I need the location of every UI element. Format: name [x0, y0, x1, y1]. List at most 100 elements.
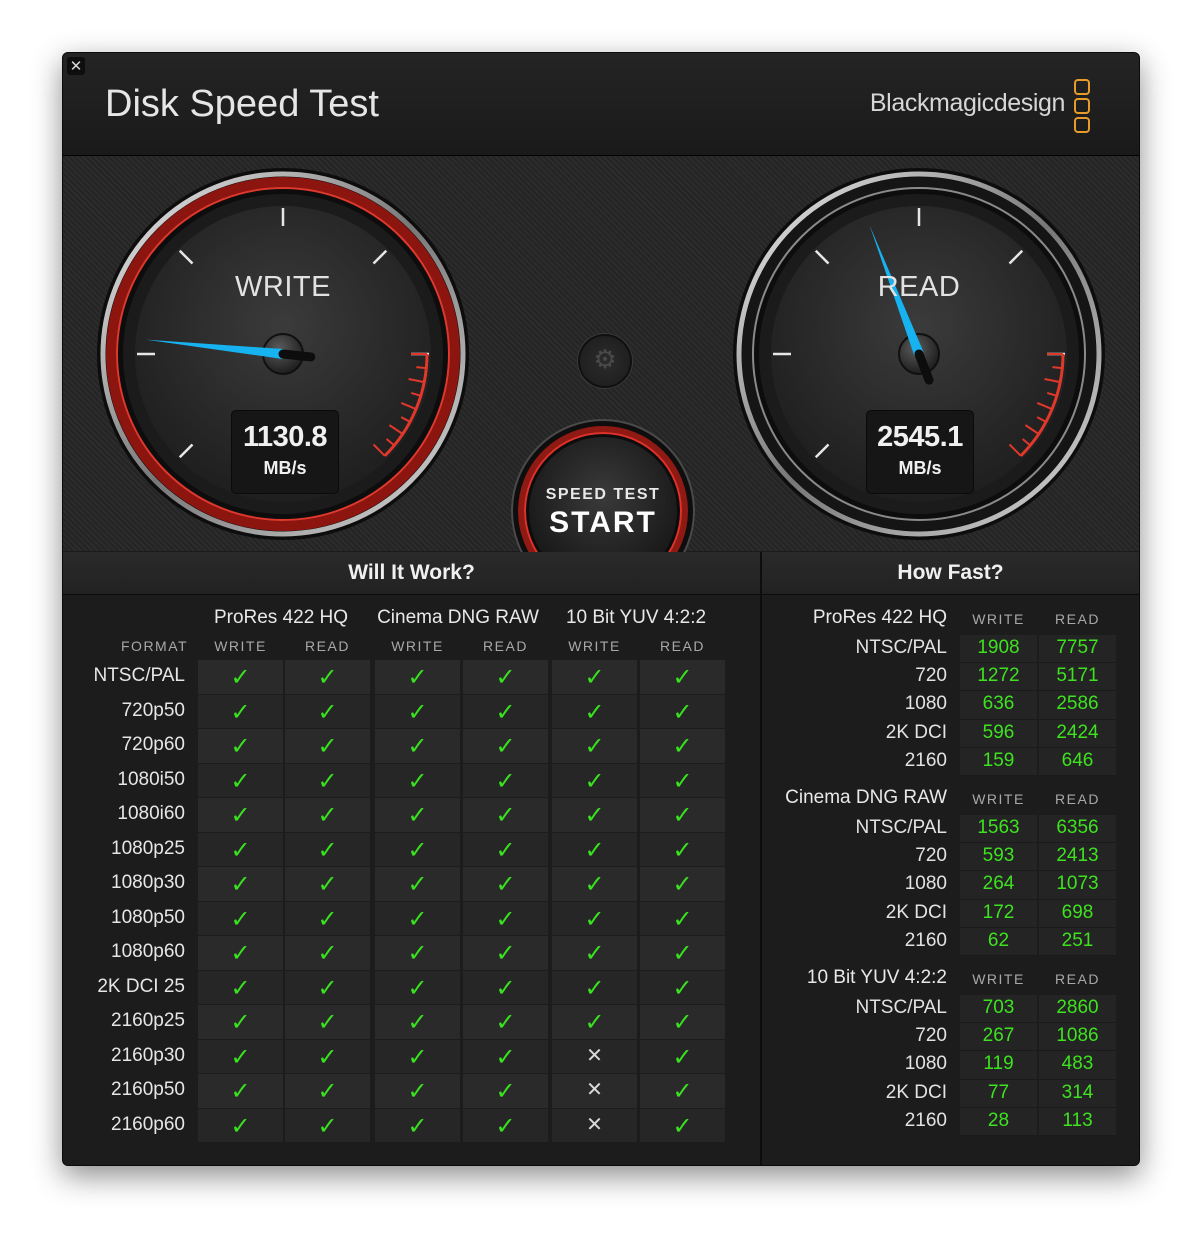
wiw-format-label: 720p60 [121, 734, 185, 755]
wiw-format-label: 1080p30 [111, 872, 185, 893]
checkmark-icon: ✓ [672, 697, 693, 726]
how-fast-title: How Fast? [762, 552, 1139, 595]
wiw-group-header: Cinema DNG RAW [377, 607, 539, 628]
hf-format-label: 720 [915, 845, 947, 867]
hf-read-value: 251 [1061, 929, 1094, 951]
wiw-format-label: 1080p60 [111, 941, 185, 962]
wiw-write-header: WRITE [214, 638, 267, 654]
checkmark-icon: ✓ [584, 697, 605, 726]
checkmark-icon: ✓ [230, 1077, 251, 1105]
checkmark-icon: ✓ [584, 732, 605, 760]
checkmark-icon: ✓ [672, 904, 693, 933]
hf-format-label: 1080 [904, 873, 947, 895]
checkmark-icon: ✓ [407, 870, 428, 898]
checkmark-icon: ✓ [672, 732, 693, 760]
wiw-format-label: 1080p50 [111, 906, 185, 928]
hf-write-value: 159 [982, 749, 1015, 771]
read-gauge-label: READ [877, 271, 961, 303]
wiw-format-label: 2K DCI 25 [97, 975, 185, 997]
checkmark-icon: ✓ [230, 697, 251, 726]
checkmark-icon: ✓ [672, 870, 693, 898]
gauge-red-tick [1052, 366, 1063, 370]
checkmark-icon: ✓ [495, 697, 516, 726]
hf-format-label: NTSC/PAL [855, 637, 947, 658]
hf-format-label: 2K DCI [885, 1081, 947, 1103]
settings-button[interactable]: ⚙ [578, 334, 632, 388]
wiw-format-label: 1080i50 [117, 768, 185, 790]
hf-read-value: 2860 [1056, 997, 1099, 1018]
hf-read-header: READ [1055, 971, 1100, 987]
checkmark-icon: ✓ [407, 904, 428, 933]
blackmagic-logo-icon [1074, 79, 1092, 135]
wiw-group-header: ProRes 422 HQ [213, 607, 349, 628]
hf-format-label: 2160 [904, 749, 947, 771]
checkmark-icon: ✓ [317, 663, 338, 691]
gauge-needle-tail [278, 349, 316, 362]
read-speed-readout: 2545.1 MB/s [866, 410, 974, 494]
hf-write-header: WRITE [972, 611, 1025, 627]
checkmark-icon: ✓ [407, 1008, 428, 1036]
checkmark-icon: ✓ [495, 663, 516, 691]
hf-read-value: 1073 [1056, 873, 1099, 895]
wiw-write-header: WRITE [391, 638, 444, 654]
wiw-read-header: READ [483, 638, 528, 654]
checkmark-icon: ✓ [230, 1042, 251, 1071]
read-speed-value: 2545.1 [877, 421, 963, 453]
wiw-format-label: 1080i60 [117, 803, 185, 824]
hf-read-value: 646 [1061, 749, 1094, 771]
checkmark-icon: ✓ [230, 870, 251, 898]
cross-icon: ✕ [586, 1042, 603, 1067]
checkmark-icon: ✓ [584, 1008, 605, 1036]
checkmark-icon: ✓ [407, 1111, 428, 1140]
checkmark-icon: ✓ [672, 1077, 693, 1105]
checkmark-icon: ✓ [495, 904, 516, 933]
hf-write-value: 62 [987, 929, 1010, 951]
hf-read-value: 6356 [1056, 817, 1099, 838]
hf-write-value: 119 [983, 1053, 1014, 1075]
write-gauge-label: WRITE [235, 271, 331, 303]
hf-write-value: 267 [982, 1025, 1015, 1047]
hf-read-value: 2413 [1056, 845, 1099, 867]
checkmark-icon: ✓ [584, 663, 605, 691]
gauge-panel: WRITE 1130.8 MB/s READ 2545.1 MB/s ⚙ SPE… [63, 156, 1139, 603]
checkmark-icon: ✓ [230, 732, 251, 760]
cross-icon: ✕ [586, 1111, 603, 1136]
section-divider [760, 552, 762, 1165]
hf-read-value: 698 [1061, 901, 1094, 923]
checkmark-icon: ✓ [495, 1077, 516, 1105]
checkmark-icon: ✓ [407, 766, 428, 795]
wiw-write-header: WRITE [568, 638, 621, 654]
hf-write-value: 172 [982, 901, 1015, 923]
checkmark-icon: ✓ [584, 835, 605, 864]
checkmark-icon: ✓ [317, 870, 338, 898]
checkmark-icon: ✓ [407, 697, 428, 726]
hf-read-value: 2424 [1056, 721, 1099, 743]
wiw-group-header: 10 Bit YUV 4:2:2 [565, 607, 707, 628]
checkmark-icon: ✓ [672, 801, 693, 829]
checkmark-icon: ✓ [407, 1077, 428, 1105]
checkmark-icon: ✓ [230, 801, 251, 829]
checkmark-icon: ✓ [317, 973, 338, 1002]
hf-format-label: NTSC/PAL [855, 817, 947, 838]
checkmark-icon: ✓ [317, 1111, 338, 1140]
checkmark-icon: ✓ [672, 663, 693, 691]
checkmark-icon: ✓ [672, 1111, 693, 1140]
hf-write-value: 77 [987, 1081, 1010, 1103]
hf-write-value: 1563 [977, 817, 1020, 838]
gear-icon: ⚙ [593, 345, 617, 375]
hf-write-value: 593 [982, 845, 1015, 867]
hf-read-header: READ [1055, 611, 1100, 627]
hf-format-label: 1080 [904, 1053, 947, 1075]
hf-read-value: 483 [1061, 1053, 1094, 1075]
close-icon[interactable]: ✕ [67, 57, 85, 75]
hf-format-label: NTSC/PAL [855, 997, 947, 1018]
hf-read-value: 1086 [1056, 1025, 1099, 1047]
speed-test-label: SPEED TEST [545, 486, 661, 503]
checkmark-icon: ✓ [230, 904, 251, 933]
wiw-format-label: NTSC/PAL [93, 665, 185, 686]
hf-write-value: 28 [987, 1109, 1010, 1131]
hf-format-label: 720 [915, 665, 947, 687]
wiw-format-label: 2160p50 [111, 1079, 185, 1100]
checkmark-icon: ✓ [230, 835, 251, 864]
checkmark-icon: ✓ [495, 766, 516, 795]
